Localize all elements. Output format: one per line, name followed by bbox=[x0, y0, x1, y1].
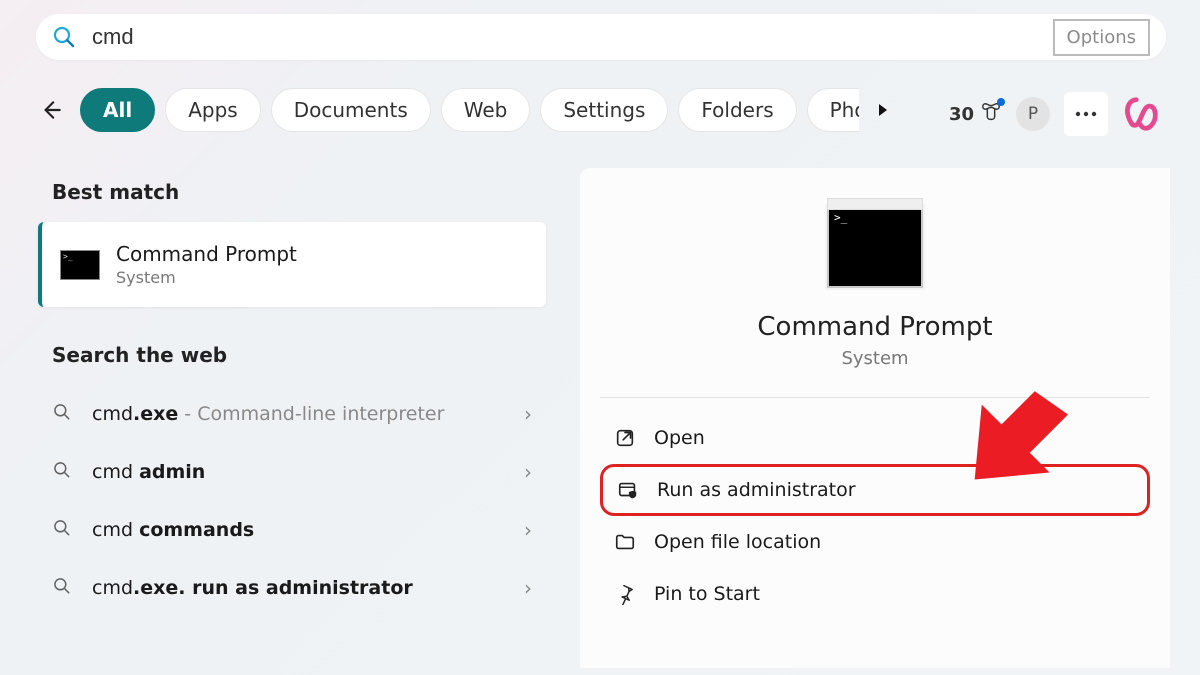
action-open-file-location[interactable]: Open file location bbox=[600, 516, 1150, 568]
web-result[interactable]: cmd admin › bbox=[38, 443, 546, 501]
filter-apps[interactable]: Apps bbox=[165, 88, 261, 132]
search-input[interactable] bbox=[92, 24, 1053, 50]
chevron-right-icon: › bbox=[524, 402, 532, 426]
filter-photos[interactable]: Pho bbox=[807, 88, 859, 132]
action-label: Open file location bbox=[654, 531, 821, 553]
action-run-as-administrator[interactable]: Run as administrator bbox=[600, 464, 1150, 516]
header-right-cluster: 30 P bbox=[949, 92, 1160, 136]
user-avatar[interactable]: P bbox=[1016, 97, 1050, 131]
options-button[interactable]: Options bbox=[1053, 19, 1150, 56]
best-match-heading: Best match bbox=[52, 180, 546, 204]
web-result[interactable]: cmd commands › bbox=[38, 501, 546, 559]
action-open[interactable]: Open bbox=[600, 412, 1150, 464]
command-prompt-large-icon bbox=[827, 206, 923, 288]
chevron-right-icon: › bbox=[524, 460, 532, 484]
rewards-points[interactable]: 30 bbox=[949, 101, 1002, 128]
search-web-heading: Search the web bbox=[52, 343, 546, 367]
action-label: Pin to Start bbox=[654, 583, 760, 605]
web-result-label: cmd.exe - Command-line interpreter bbox=[92, 403, 524, 425]
rewards-icon bbox=[980, 101, 1002, 128]
points-value: 30 bbox=[949, 104, 974, 125]
results-left-column: Best match Command Prompt System Search … bbox=[38, 168, 546, 617]
preview-panel: Command Prompt System Open Run as admini… bbox=[580, 168, 1170, 668]
search-icon bbox=[52, 460, 74, 485]
copilot-icon[interactable] bbox=[1122, 95, 1160, 133]
web-result-label: cmd commands bbox=[92, 519, 524, 541]
filter-settings[interactable]: Settings bbox=[540, 88, 668, 132]
back-button[interactable] bbox=[36, 95, 66, 125]
filters-scroll-right[interactable] bbox=[873, 100, 893, 120]
action-pin-to-start[interactable]: Pin to Start bbox=[600, 568, 1150, 620]
command-prompt-icon bbox=[60, 250, 100, 280]
open-external-icon bbox=[612, 427, 638, 449]
search-icon bbox=[52, 25, 76, 49]
chevron-right-icon: › bbox=[524, 518, 532, 542]
web-result[interactable]: cmd.exe - Command-line interpreter › bbox=[38, 385, 546, 443]
search-icon bbox=[52, 576, 74, 601]
action-label: Open bbox=[654, 427, 705, 449]
action-label: Run as administrator bbox=[657, 479, 856, 501]
web-result[interactable]: cmd.exe. run as administrator › bbox=[38, 559, 546, 617]
preview-actions: Open Run as administrator Open file loca… bbox=[580, 398, 1170, 634]
folder-icon bbox=[612, 531, 638, 553]
chevron-right-icon: › bbox=[524, 576, 532, 600]
best-match-subtitle: System bbox=[116, 268, 297, 287]
filter-all[interactable]: All bbox=[80, 88, 155, 132]
web-result-label: cmd.exe. run as administrator bbox=[92, 577, 524, 599]
best-match-title: Command Prompt bbox=[116, 242, 297, 266]
filter-web[interactable]: Web bbox=[441, 88, 531, 132]
preview-subtitle: System bbox=[580, 348, 1170, 369]
filter-documents[interactable]: Documents bbox=[271, 88, 431, 132]
web-result-label: cmd admin bbox=[92, 461, 524, 483]
filter-folders[interactable]: Folders bbox=[678, 88, 796, 132]
shield-admin-icon bbox=[615, 479, 641, 501]
search-bar[interactable]: Options bbox=[36, 14, 1166, 60]
search-icon bbox=[52, 518, 74, 543]
best-match-result[interactable]: Command Prompt System bbox=[38, 222, 546, 307]
preview-title: Command Prompt bbox=[580, 312, 1170, 342]
more-options[interactable] bbox=[1064, 92, 1108, 136]
search-icon bbox=[52, 402, 74, 427]
pin-icon bbox=[612, 583, 638, 605]
web-results-list: cmd.exe - Command-line interpreter › cmd… bbox=[38, 385, 546, 617]
